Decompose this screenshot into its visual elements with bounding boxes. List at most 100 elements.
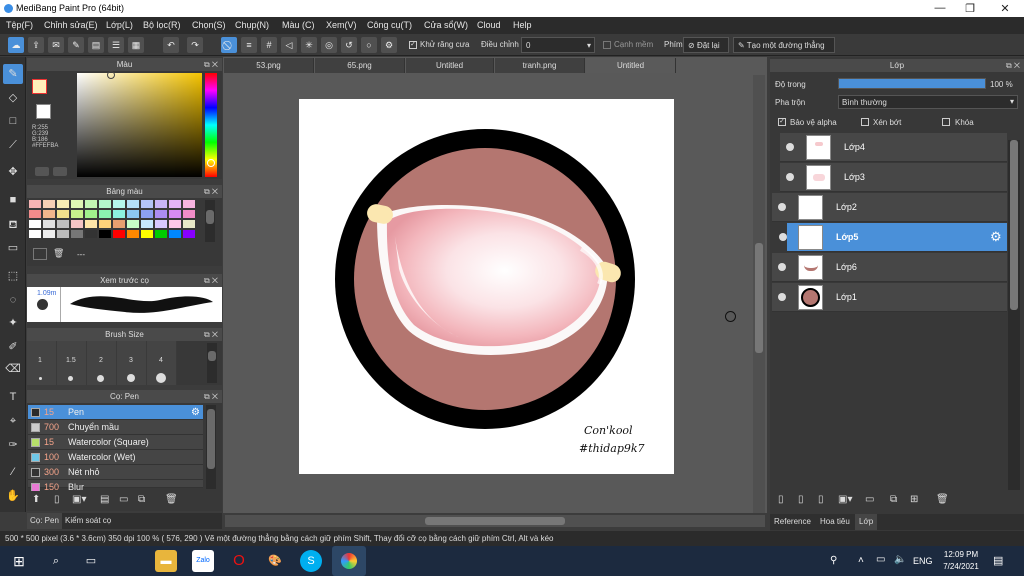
line-tool-icon[interactable]: ⟋ xyxy=(3,135,23,155)
palette-swatch[interactable] xyxy=(43,200,55,208)
drawing-canvas[interactable]: Con'kool #thidap9k7 xyxy=(299,99,674,474)
doc-tab[interactable]: Untitled xyxy=(406,58,494,73)
select-eraser-icon[interactable]: ⌫ xyxy=(3,359,23,379)
trash-icon[interactable]: 🗑 xyxy=(165,494,178,505)
palette-swatch[interactable] xyxy=(183,220,195,228)
new-halftone-layer-icon[interactable]: ▯ xyxy=(798,494,804,505)
chat-icon[interactable]: ✎ xyxy=(68,37,84,53)
folder-icon[interactable]: ▭ xyxy=(865,494,874,505)
doc-tab-active[interactable]: Untitled xyxy=(586,58,676,73)
color-picker-cursor[interactable] xyxy=(107,71,115,79)
menu-filter[interactable]: Bộ lọc(R) xyxy=(143,20,181,30)
tab-navigator[interactable]: Hoa tiêu xyxy=(820,517,850,526)
lock-checkbox[interactable] xyxy=(942,118,950,126)
saturation-value-square[interactable] xyxy=(77,73,202,177)
doc-tab[interactable]: 53.png xyxy=(224,58,314,73)
tab-layer[interactable]: Lớp xyxy=(855,514,878,530)
task-view-icon[interactable]: ▭ xyxy=(80,550,102,572)
duplicate-icon[interactable]: ⧉ xyxy=(890,494,897,505)
gear-icon[interactable]: ⚙ xyxy=(191,405,200,420)
adjust-field[interactable]: 0 ▾ xyxy=(521,37,595,53)
layer-row-selected[interactable]: Lớp5 ⚙ xyxy=(779,223,1007,252)
maximize-button[interactable]: ❐ xyxy=(955,2,985,15)
notification-icon[interactable]: ▤ xyxy=(993,554,1003,567)
menu-select[interactable]: Chọn(S) xyxy=(192,20,226,30)
page-icon[interactable]: ▤ xyxy=(88,37,104,53)
radial-snap-icon[interactable]: ✳ xyxy=(301,37,317,53)
menu-color[interactable]: Màu (C) xyxy=(282,20,315,30)
trash-icon[interactable]: 🗑 xyxy=(53,248,64,259)
secondary-color-swatch[interactable] xyxy=(36,104,51,119)
brush-tool-icon[interactable]: ✎ xyxy=(3,64,23,84)
fill-rect-tool-icon[interactable]: ■ xyxy=(3,190,23,210)
palette-swatch[interactable] xyxy=(127,210,139,218)
bucket-tool-icon[interactable]: ⛾ xyxy=(3,215,23,235)
brush-item-selected[interactable]: 15 Pen ⚙ xyxy=(28,405,203,420)
visibility-icon[interactable] xyxy=(778,263,786,271)
palette-swatch[interactable] xyxy=(155,200,167,208)
network-icon[interactable]: ▭ xyxy=(876,554,885,565)
circle-snap-icon[interactable]: ◎ xyxy=(321,37,337,53)
palette-swatch[interactable] xyxy=(29,210,41,218)
color-mode-button[interactable] xyxy=(35,167,49,176)
brush-item[interactable]: 15 Watercolor (Square) xyxy=(28,435,203,450)
palette-swatches[interactable] xyxy=(29,200,199,242)
menu-layer[interactable]: Lớp(L) xyxy=(106,20,133,30)
palette-swatch[interactable] xyxy=(29,200,41,208)
select-pen-icon[interactable]: ✐ xyxy=(3,337,23,357)
panel-controls-icon[interactable]: ⧉ ✕ xyxy=(1006,59,1020,72)
ellipse-snap-icon[interactable]: ○ xyxy=(361,37,377,53)
parallel-snap-icon[interactable]: ≡ xyxy=(241,37,257,53)
canvas-h-scrollbar[interactable] xyxy=(225,515,765,527)
palette-swatch[interactable] xyxy=(43,230,55,238)
palette-swatch[interactable] xyxy=(169,230,181,238)
size-option[interactable]: 2 xyxy=(99,357,103,364)
share-icon[interactable]: ⇪ xyxy=(28,37,44,53)
magic-wand-icon[interactable]: ✦ xyxy=(3,313,23,333)
vanish-snap-icon[interactable]: ◁ xyxy=(281,37,297,53)
palette-swatch[interactable] xyxy=(71,200,83,208)
brush-menu-icon[interactable]: ▣▾ xyxy=(72,494,86,505)
tab-brush-control[interactable]: Kiểm soát cọ xyxy=(65,516,111,525)
eyedropper-icon[interactable]: ⁄ xyxy=(3,462,23,482)
layer-row[interactable]: Lớp2 xyxy=(772,193,1007,222)
volume-icon[interactable]: 🔈 xyxy=(894,554,906,565)
duplicate-icon[interactable]: ⧉ xyxy=(138,494,145,505)
brush-item[interactable]: 150 Blur xyxy=(28,480,203,492)
palette-swatch[interactable] xyxy=(141,210,153,218)
new-layer-icon[interactable]: ▯ xyxy=(778,494,784,505)
operation-tool-icon[interactable]: ⌖ xyxy=(3,411,23,431)
menu-view[interactable]: Xem(V) xyxy=(326,20,357,30)
menu-edit[interactable]: Chỉnh sửa(E) xyxy=(44,20,98,30)
undo-icon[interactable]: ↶ xyxy=(163,37,179,53)
brush-settings-icon[interactable]: ▤ xyxy=(100,494,109,505)
visibility-icon[interactable] xyxy=(778,293,786,301)
chevron-up-icon[interactable]: ˄ xyxy=(858,555,864,566)
grid-icon[interactable]: ▦ xyxy=(128,37,144,53)
palette-swatch[interactable] xyxy=(155,220,167,228)
comment-icon[interactable]: ✉ xyxy=(48,37,64,53)
curve-snap-icon[interactable]: ↺ xyxy=(341,37,357,53)
menu-cloud[interactable]: Cloud xyxy=(477,20,501,30)
palette-swatch[interactable] xyxy=(113,230,125,238)
snap-off-icon[interactable]: ⃠ xyxy=(221,37,237,53)
cloud-icon[interactable]: ☁ xyxy=(8,37,24,53)
palette-swatch[interactable] xyxy=(85,210,97,218)
gear-icon[interactable]: ⚙ xyxy=(990,229,1002,245)
palette-swatch[interactable] xyxy=(141,220,153,228)
palette-swatch[interactable] xyxy=(99,210,111,218)
lasso-icon[interactable]: ◌ xyxy=(3,290,23,310)
palette-swatch[interactable] xyxy=(99,220,111,228)
menu-tools[interactable]: Công cụ(T) xyxy=(367,20,412,30)
layer-menu-icon[interactable]: ▣▾ xyxy=(838,494,852,505)
visibility-icon[interactable] xyxy=(778,203,786,211)
doc-tab[interactable]: tranh.png xyxy=(495,58,585,73)
windows-start-icon[interactable]: ⊞ xyxy=(8,550,30,572)
reset-button[interactable]: ⊘ Đặt lại xyxy=(683,37,729,53)
layer-row[interactable]: Lớp1 xyxy=(772,283,1007,312)
panel-controls-icon[interactable]: ⧉ ✕ xyxy=(204,185,218,198)
paint-palette-icon[interactable]: 🎨 xyxy=(264,550,286,572)
menu-file[interactable]: Tệp(F) xyxy=(6,20,33,30)
brush-item[interactable]: 300 Nét nhỏ xyxy=(28,465,203,480)
opera-icon[interactable]: O xyxy=(228,550,250,572)
